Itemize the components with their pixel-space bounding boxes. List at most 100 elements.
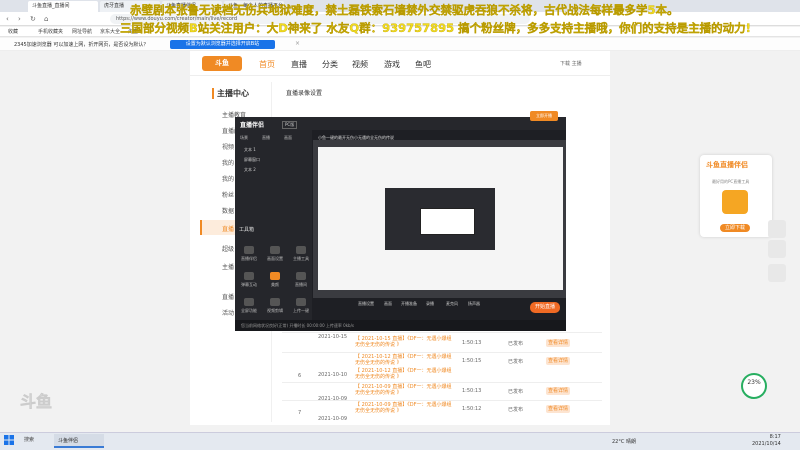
page-title: 直播录像设置: [286, 90, 323, 97]
history-icon[interactable]: [768, 220, 786, 238]
scene-tab[interactable]: 直播: [262, 135, 270, 141]
douyu-logo[interactable]: 斗鱼: [202, 56, 242, 71]
row-divider: [282, 332, 602, 333]
row-duration: 1:50:12: [462, 406, 482, 412]
row-date: 2021-10-09: [318, 396, 348, 402]
row-divider: [282, 400, 602, 401]
mic-button[interactable]: 麦克风: [440, 301, 464, 307]
bookmark-item[interactable]: 手机收藏夹: [38, 28, 63, 36]
app-logo: 直播伴侣: [240, 122, 265, 129]
sidebar-item[interactable]: 视频: [222, 142, 234, 151]
scene-tab[interactable]: 画面: [284, 135, 292, 141]
layer-item[interactable]: 屏幕窗口: [244, 157, 260, 163]
sidebar-item[interactable]: 直播: [222, 292, 234, 301]
nav-live[interactable]: 直播: [291, 59, 307, 70]
sidebar-item[interactable]: 粉丝: [222, 190, 234, 199]
sidebar-item-active[interactable]: 直播: [222, 224, 234, 233]
bookmark-item[interactable]: 网址导航: [72, 28, 92, 36]
clock-time: 8:17: [769, 434, 781, 440]
banner-title: 斗鱼直播伴侣: [706, 161, 748, 169]
sidebar-heading: 主播中心: [212, 88, 249, 99]
tool-button[interactable]: 全屏功能: [236, 296, 262, 320]
row-status: 已发布: [508, 407, 524, 413]
tool-button[interactable]: 美颜: [262, 270, 288, 294]
record-title-link[interactable]: 【 2021-10-09 直播】《DF一：无遇小爆组无伤全无伤的传说 》: [355, 402, 455, 414]
stream-title: 小鱼一键的最开无伤小无遇的全无伤的传说: [318, 135, 394, 140]
tool-button[interactable]: 直播伴侣: [236, 244, 262, 268]
sidebar-item[interactable]: 活动: [222, 308, 234, 317]
close-icon[interactable]: ×: [295, 40, 300, 47]
record-title-link[interactable]: 【 2021-10-12 直播】《DF一：无遇小爆组无伤全无伤的传说 》: [355, 354, 455, 366]
tool-button[interactable]: 画面设置: [262, 244, 288, 268]
row-number: 7: [298, 410, 302, 416]
network-progress: 23%: [741, 373, 767, 399]
view-detail-button[interactable]: 查看详情: [546, 357, 570, 365]
start-live-button[interactable]: 开始直播: [530, 302, 560, 313]
clock[interactable]: 8:17 2021/10/14: [752, 434, 781, 448]
windows-start-icon[interactable]: [4, 435, 14, 445]
layer-item[interactable]: 文本 2: [244, 167, 256, 173]
nav-home[interactable]: 首页: [259, 59, 275, 70]
app-logo-icon: [722, 190, 748, 214]
taskbar-search[interactable]: 搜索: [24, 434, 48, 447]
row-date: 2021-10-15: [318, 334, 348, 340]
app-status-bar: 您当前网络状况良好(正常) 开播时长 00:00:00 上传速率 0kb/s: [235, 320, 566, 331]
tool-button[interactable]: 视频剪辑: [262, 296, 288, 320]
bookmark-item[interactable]: 收藏: [8, 28, 18, 36]
back-icon[interactable]: ‹: [6, 15, 9, 23]
row-number: 6: [298, 373, 302, 379]
record-title-link[interactable]: 【 2021-10-12 直播】《DF一：无遇小爆组无伤全无伤的传说 》: [355, 368, 455, 380]
view-detail-button[interactable]: 查看详情: [546, 405, 570, 413]
home-icon[interactable]: ⌂: [44, 15, 48, 23]
set-default-button[interactable]: 设置为默认浏览器并选择开启B站: [170, 40, 275, 49]
sidebar-item[interactable]: 主播: [222, 262, 234, 271]
share-icon[interactable]: [768, 264, 786, 282]
taskbar-app-item[interactable]: 斗鱼伴侣: [54, 434, 104, 448]
row-date: 2021-10-09: [318, 416, 348, 422]
record-title-link[interactable]: 【 2021-10-09 直播】《DF一：无遇小爆组无伤全无伤的传说 》: [355, 384, 455, 396]
row-status: 已发布: [508, 359, 524, 365]
nav-game[interactable]: 游戏: [384, 59, 400, 70]
nav-category[interactable]: 分类: [322, 59, 338, 70]
live-settings-button[interactable]: 直播设置: [354, 301, 378, 307]
tool-button[interactable]: 上传一键: [288, 296, 314, 320]
nav-yuba[interactable]: 鱼吧: [415, 59, 431, 70]
row-duration: 1:50:13: [462, 340, 482, 346]
forward-icon[interactable]: ›: [18, 15, 21, 23]
speaker-button[interactable]: 扬声器: [462, 301, 486, 307]
scene-tab[interactable]: 场景: [240, 135, 248, 141]
refresh-icon[interactable]: ↻: [30, 15, 36, 23]
taskbar: [0, 432, 800, 450]
view-detail-button[interactable]: 查看详情: [546, 339, 570, 347]
layer-item[interactable]: 文本 1: [244, 147, 256, 153]
tool-button[interactable]: 弹幕互动: [236, 270, 262, 294]
sidebar-item[interactable]: 我的: [222, 158, 234, 167]
sidebar-item[interactable]: 数据: [222, 206, 234, 215]
record-title-link[interactable]: 【 2021-10-15 直播】《DF一：无遇小爆组无伤全无伤的传说 》: [355, 336, 455, 348]
browser-tab-active[interactable]: 斗鱼直播_直播间: [28, 1, 98, 12]
row-date: 2021-10-10: [318, 372, 348, 378]
row-duration: 1:50:13: [462, 388, 482, 394]
banner-subtitle: 最好用的PC直播工具: [712, 179, 750, 184]
sidebar-item[interactable]: 超级: [222, 244, 234, 253]
download-button[interactable]: 立即下载: [720, 224, 750, 232]
row-status: 已发布: [508, 341, 524, 347]
record-button[interactable]: 录播: [418, 301, 442, 307]
site-nav: [190, 51, 610, 76]
row-divider: [282, 382, 602, 383]
bookmark-item[interactable]: 京东大全: [100, 28, 120, 36]
go-live-top-button[interactable]: 立即开播: [530, 111, 558, 121]
weather-widget[interactable]: 22°C 晴朗: [612, 438, 636, 445]
home-icon[interactable]: [768, 240, 786, 258]
row-status: 已发布: [508, 389, 524, 395]
notification-text: 2345加速浏览器 可以加速上网，折开网页，是否设为默认？: [14, 42, 149, 48]
clock-date: 2021/10/14: [752, 441, 781, 447]
tool-button[interactable]: 直播间: [288, 270, 314, 294]
overlay-caption-line-1: 赤壁剧本张鲁无读档无伤兵地狱难度，禁土磊铁索石墙禁外交禁驱虎吞狼不杀将，古代战法…: [130, 3, 679, 17]
user-menu[interactable]: 下载 主播: [560, 60, 582, 67]
sidebar-item[interactable]: 我的: [222, 174, 234, 183]
view-detail-button[interactable]: 查看详情: [546, 387, 570, 395]
tool-button[interactable]: 主播工具: [288, 244, 314, 268]
overlay-caption-line-2: 三国部分视频B站关注用户：大D神来了 水友Q群：939757895 搞个粉丝牌，…: [120, 21, 751, 35]
nav-video[interactable]: 视频: [352, 59, 368, 70]
